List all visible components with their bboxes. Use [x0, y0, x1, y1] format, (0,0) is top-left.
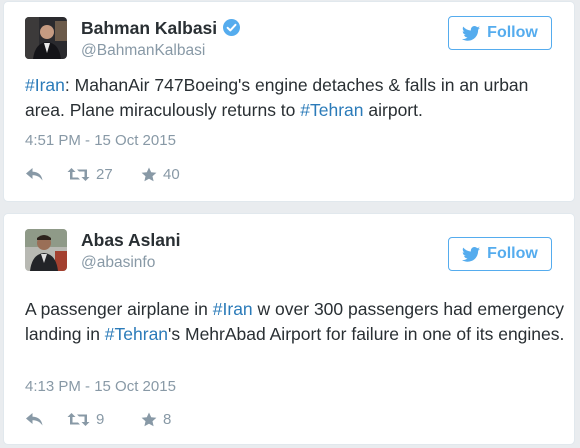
star-icon	[141, 412, 157, 427]
hashtag-link[interactable]: #Tehran	[300, 100, 363, 120]
star-icon	[141, 167, 157, 182]
avatar[interactable]	[25, 17, 67, 59]
favorite-button[interactable]: 8	[141, 411, 171, 428]
favorite-count: 8	[163, 410, 172, 428]
tweet-text: #Iran: MahanAir 747Boeing's engine detac…	[25, 73, 565, 123]
favorite-count: 40	[163, 165, 180, 183]
hashtag-link[interactable]: #Iran	[25, 75, 65, 95]
reply-icon	[25, 167, 44, 182]
retweet-count: 27	[96, 165, 113, 183]
reply-button[interactable]	[25, 412, 67, 427]
tweet-actions: 27 40	[25, 164, 180, 184]
user-handle[interactable]: @abasinfo	[81, 254, 155, 272]
retweet-count: 9	[96, 410, 105, 428]
avatar[interactable]	[25, 229, 67, 271]
retweet-button[interactable]: 9	[67, 411, 141, 428]
display-name[interactable]: Abas Aslani	[81, 230, 181, 251]
tweet-text-segment: : MahanAir 747Boeing's engine detaches &…	[25, 75, 529, 120]
reply-icon	[25, 412, 44, 427]
tweet-card: Abas Aslani @abasinfo Follow A passenger…	[3, 213, 575, 445]
user-handle[interactable]: @BahmanKalbasi	[81, 42, 205, 60]
verified-badge-icon	[223, 19, 241, 41]
retweet-button[interactable]: 27	[67, 166, 141, 183]
twitter-bird-icon	[462, 246, 481, 262]
hashtag-link[interactable]: #Tehran	[105, 324, 168, 344]
reply-button[interactable]	[25, 167, 67, 182]
display-name[interactable]: Bahman Kalbasi	[81, 18, 241, 41]
tweet-card: Bahman Kalbasi @BahmanKalbasi Follow #Ir…	[3, 1, 575, 202]
favorite-button[interactable]: 40	[141, 166, 180, 183]
hashtag-link[interactable]: #Iran	[213, 299, 253, 319]
tweet-timestamp[interactable]: 4:13 PM - 15 Oct 2015	[25, 378, 176, 395]
follow-button[interactable]: Follow	[448, 237, 552, 271]
display-name-text[interactable]: Abas Aslani	[81, 230, 181, 250]
display-name-text[interactable]: Bahman Kalbasi	[81, 18, 217, 38]
tweet-text-segment: airport.	[363, 100, 423, 120]
follow-button-label: Follow	[487, 24, 538, 41]
tweet-actions: 9 8	[25, 409, 171, 429]
tweet-timestamp[interactable]: 4:51 PM - 15 Oct 2015	[25, 132, 176, 149]
retweet-icon	[67, 167, 90, 182]
tweet-text-segment: 's MehrAbad Airport for failure in one o…	[168, 324, 565, 344]
retweet-icon	[67, 412, 90, 427]
follow-button-label: Follow	[487, 245, 538, 262]
follow-button[interactable]: Follow	[448, 16, 552, 50]
twitter-bird-icon	[462, 25, 481, 41]
tweet-text: A passenger airplane in #Iran w over 300…	[25, 297, 565, 347]
tweet-text-segment: A passenger airplane in	[25, 299, 213, 319]
